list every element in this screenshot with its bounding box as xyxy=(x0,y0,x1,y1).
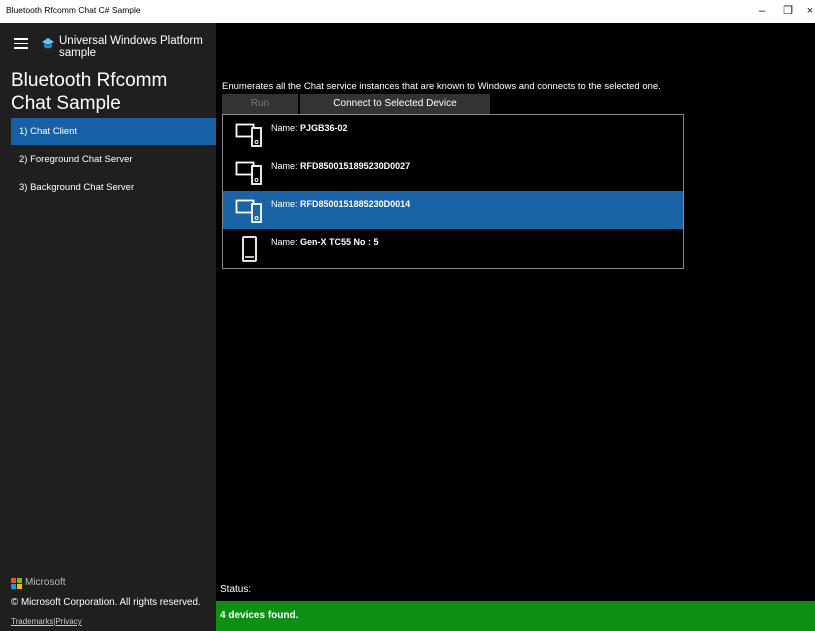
device-name-prefix: Name: xyxy=(271,199,298,209)
status-bar: 4 devices found. xyxy=(216,601,815,631)
device-name: Gen-X TC55 No : 5 xyxy=(300,237,379,247)
sidebar-item-foreground-chat-server[interactable]: 2) Foreground Chat Server xyxy=(11,146,216,173)
close-button[interactable]: × xyxy=(800,3,815,19)
phone-icon xyxy=(242,236,257,262)
device-pair-icon xyxy=(235,123,262,147)
footer-links: Trademarks|Privacy xyxy=(11,617,82,626)
hamburger-menu-icon[interactable] xyxy=(14,38,28,49)
scenario-title: Bluetooth Rfcomm Chat Sample xyxy=(11,70,168,114)
device-list[interactable]: Name: PJGB36-02 Name: RFD8500151895230D0… xyxy=(222,114,684,269)
status-label: Status: xyxy=(220,584,252,595)
sidebar: Universal Windows Platform sample Blueto… xyxy=(0,23,216,631)
scenario-description: Enumerates all the Chat service instance… xyxy=(222,81,661,92)
title-bar: Bluetooth Rfcomm Chat C# Sample – ❐ × xyxy=(0,0,815,23)
device-list-item[interactable]: Name: Gen-X TC55 No : 5 xyxy=(223,229,683,267)
main-content: Enumerates all the Chat service instance… xyxy=(216,23,815,631)
device-list-item-selected[interactable]: Name: RFD8500151885230D0014 xyxy=(223,191,683,229)
device-name-prefix: Name: xyxy=(271,123,298,133)
restore-button[interactable]: ❐ xyxy=(778,3,798,19)
status-message: 4 devices found. xyxy=(220,610,299,621)
app-name: Universal Windows Platform sample xyxy=(59,35,203,59)
copyright-text: © Microsoft Corporation. All rights rese… xyxy=(11,597,201,608)
device-list-item[interactable]: Name: RFD8500151895230D0027 xyxy=(223,153,683,191)
minimize-button[interactable]: – xyxy=(752,3,772,19)
device-name: RFD8500151885230D0014 xyxy=(300,199,411,209)
privacy-link[interactable]: Privacy xyxy=(55,617,81,626)
device-name: PJGB36-02 xyxy=(300,123,348,133)
sidebar-item-background-chat-server[interactable]: 3) Background Chat Server xyxy=(11,174,216,201)
device-pair-icon xyxy=(235,199,262,223)
device-name: RFD8500151895230D0027 xyxy=(300,161,411,171)
run-button[interactable]: Run xyxy=(222,94,298,114)
device-name-prefix: Name: xyxy=(271,161,298,171)
app-logo-icon xyxy=(42,38,54,49)
company-name: Microsoft xyxy=(25,577,66,588)
connect-button[interactable]: Connect to Selected Device xyxy=(300,94,490,114)
device-list-item[interactable]: Name: PJGB36-02 xyxy=(223,115,683,153)
window-title: Bluetooth Rfcomm Chat C# Sample xyxy=(6,5,141,15)
device-name-prefix: Name: xyxy=(271,237,298,247)
sidebar-item-chat-client[interactable]: 1) Chat Client xyxy=(11,118,216,145)
device-pair-icon xyxy=(235,161,262,185)
trademarks-link[interactable]: Trademarks xyxy=(11,617,53,626)
microsoft-logo-icon xyxy=(11,578,22,589)
